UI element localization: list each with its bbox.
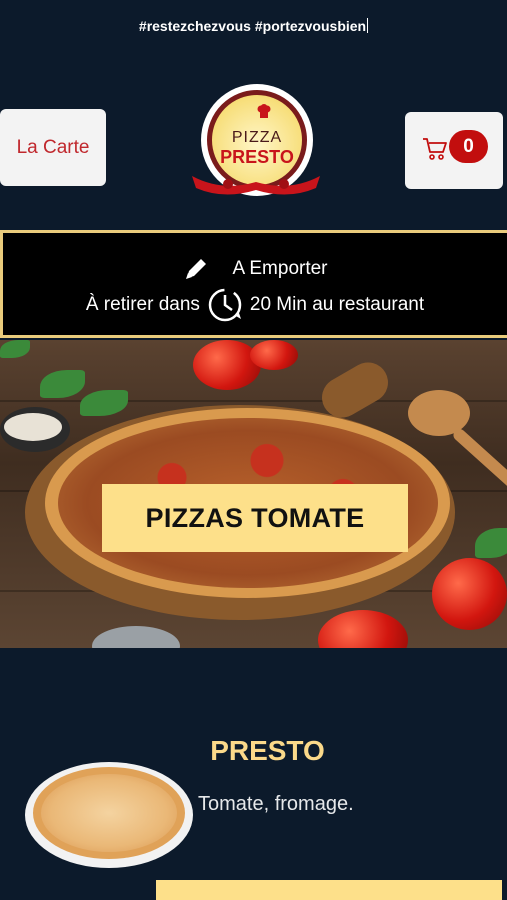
category-hero-image[interactable]: PIZZAS TOMATE (0, 340, 507, 648)
tomato (250, 340, 298, 370)
basil-leaf (475, 528, 507, 558)
pencil-icon (186, 259, 207, 279)
hashtag-text: #restezchezvous #portezvousbien (138, 18, 367, 34)
pizza-topping (41, 774, 177, 852)
tomato (318, 610, 408, 648)
order-mode-text: A Emporter (232, 258, 328, 279)
product-image[interactable] (25, 762, 193, 868)
tomato (432, 558, 507, 630)
clock-icon (208, 288, 242, 322)
category-title: PIZZAS TOMATE (102, 484, 408, 552)
pickup-prefix: À retirer dans (85, 294, 200, 315)
hashtag-banner: #restezchezvous #portezvousbien (0, 18, 507, 34)
text-caret (367, 18, 369, 33)
basil-leaf (40, 370, 85, 398)
pickup-suffix: 20 Min au restaurant (249, 294, 425, 315)
cart-icon (423, 138, 447, 160)
chef-hat-icon (257, 104, 271, 118)
product-action-button[interactable] (156, 880, 502, 900)
order-info-panel[interactable]: A Emporter À retirer dans 20 Min au rest… (0, 230, 507, 338)
logo-text-presto: PRESTO (220, 147, 294, 167)
pizza-cutter (92, 626, 180, 648)
tomato (193, 340, 261, 390)
pizza-presto-logo[interactable]: PIZZA PRESTO (188, 82, 324, 200)
ribbon-icon (192, 176, 320, 195)
spoon-handle (450, 426, 507, 496)
menu-button[interactable]: La Carte (0, 109, 106, 186)
order-mode-row: A Emporter (3, 255, 507, 283)
basil-leaf (80, 390, 128, 416)
cart-count-badge: 0 (449, 130, 488, 163)
product-description: Tomate, fromage. (198, 793, 354, 815)
basil-leaf (0, 340, 30, 358)
cart-button[interactable]: 0 (405, 112, 503, 189)
logo-text-pizza: PIZZA (231, 129, 283, 146)
salt (4, 413, 62, 441)
pickup-time-row: À retirer dans 20 Min au restaurant (3, 286, 507, 324)
